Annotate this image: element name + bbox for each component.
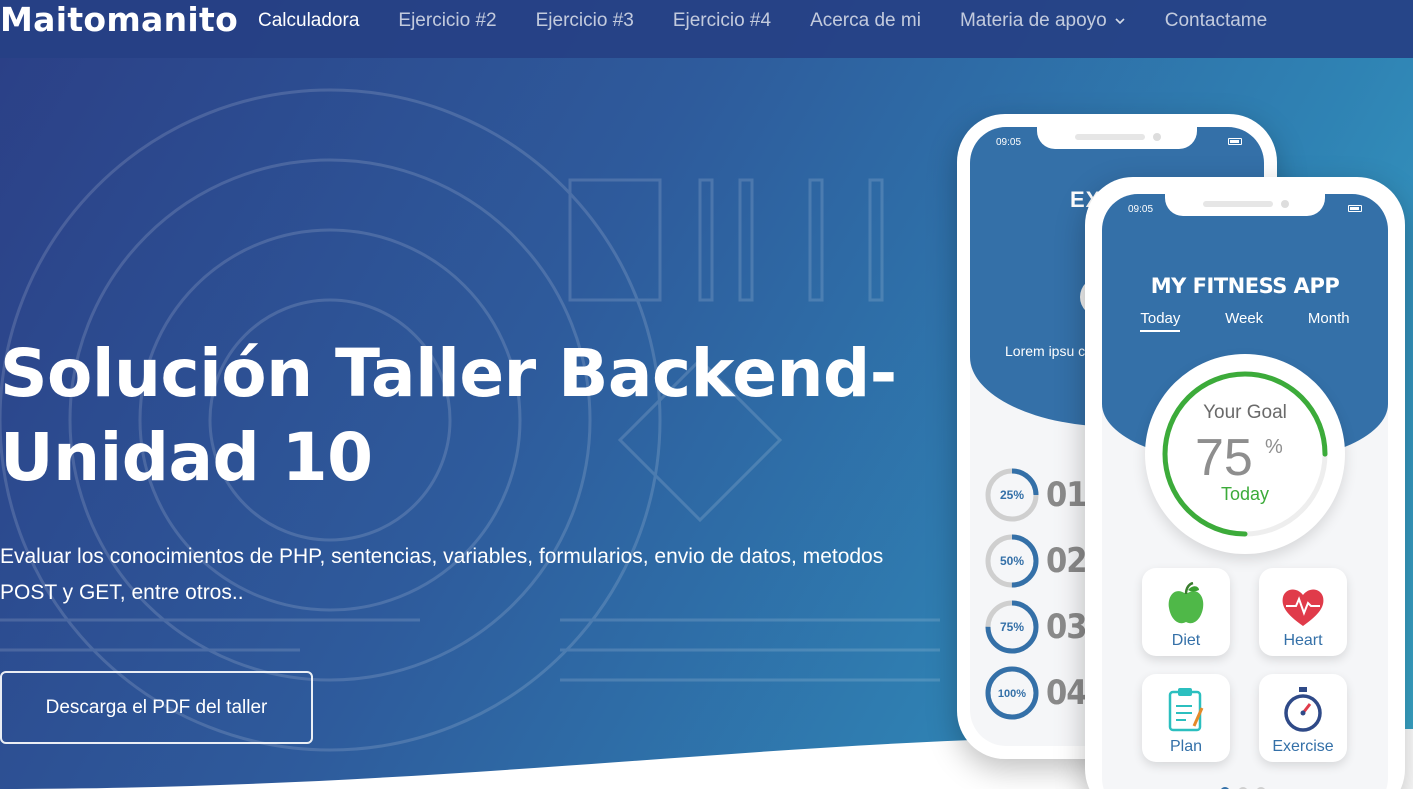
phone-front-time: 09:05 [1128,204,1154,215]
nav-item-contactame[interactable]: Contactame [1165,10,1267,32]
progress-row: 100% 04 [984,665,1088,721]
nav-item-ejercicio-3[interactable]: Ejercicio #3 [536,10,634,32]
download-pdf-button[interactable]: Descarga el PDF del taller [0,671,313,744]
heart-icon [1282,589,1324,626]
goal-value: 75 [1195,429,1253,487]
main-nav: Calculadora Ejercicio #2 Ejercicio #3 Ej… [258,0,1306,42]
apple-icon [1168,582,1204,624]
tile-heart[interactable]: Heart [1259,568,1347,656]
tab-month[interactable]: Month [1308,310,1350,332]
goal-sub: Today [1220,484,1270,504]
progress-number: 03 [1046,607,1088,647]
stopwatch-icon [1284,687,1322,732]
progress-number: 01 [1046,475,1088,515]
phone-notch [1037,127,1197,149]
tile-heart-label: Heart [1283,632,1323,649]
nav-item-acerca-de-mi[interactable]: Acerca de mi [810,10,921,32]
tile-diet-label: Diet [1171,632,1201,649]
top-navbar: Maitomanito Calculadora Ejercicio #2 Eje… [0,0,1413,58]
progress-pct-label: 50% [1000,554,1024,568]
progress-row: 50% 02 [984,533,1088,589]
tile-exercise[interactable]: Exercise [1259,674,1347,762]
period-tabs: Today Week Month [1102,310,1388,332]
tab-today[interactable]: Today [1140,310,1181,332]
tab-week[interactable]: Week [1225,310,1263,332]
tile-plan[interactable]: Plan [1142,674,1230,762]
progress-number: 02 [1046,541,1088,581]
progress-pct-label: 100% [998,688,1026,700]
progress-ring: 50% [985,534,1039,588]
nav-item-ejercicio-4[interactable]: Ejercicio #4 [673,10,771,32]
nav-item-ejercicio-2[interactable]: Ejercicio #2 [398,10,496,32]
app-title: MY FITNESS APP [1150,274,1340,298]
progress-ring: 75% [985,600,1039,654]
goal-unit: % [1265,436,1283,458]
brand-logo[interactable]: Maitomanito [0,0,238,44]
phone-front-screen: 09:05 MY FITNESS APP Today Week Month Yo… [1102,194,1388,789]
progress-row: 25% 01 [984,467,1088,523]
hero-title: Solución Taller Backend-Unidad 10 [0,335,897,496]
progress-pct-label: 25% [1000,488,1024,502]
tile-plan-label: Plan [1169,738,1203,755]
hero-subtitle: Evaluar los conocimientos de PHP, senten… [0,545,884,604]
chevron-down-icon [1115,18,1125,25]
phone-back-time: 09:05 [996,137,1022,148]
phone-notch [1165,194,1325,216]
tile-exercise-label: Exercise [1272,738,1334,755]
nav-item-calculadora[interactable]: Calculadora [258,10,359,32]
battery-icon [1348,205,1362,212]
progress-ring: 25% [985,468,1039,522]
progress-row: 75% 03 [984,599,1088,655]
progress-ring: 100% [985,666,1039,720]
progress-pct-label: 75% [1000,620,1024,634]
clipboard-icon [1168,688,1204,732]
nav-item-materia-label: Materia de apoyo [959,10,1107,31]
phone-mockup-front: 09:05 MY FITNESS APP Today Week Month Yo… [1085,177,1405,789]
progress-number: 04 [1046,673,1088,713]
goal-label: Your Goal [1203,402,1287,423]
nav-item-materia-de-apoyo[interactable]: Materia de apoyo [960,10,1126,32]
goal-gauge: Your Goal 75 % Today [1145,354,1345,554]
tile-diet[interactable]: Diet [1142,568,1230,656]
battery-icon [1228,138,1242,145]
